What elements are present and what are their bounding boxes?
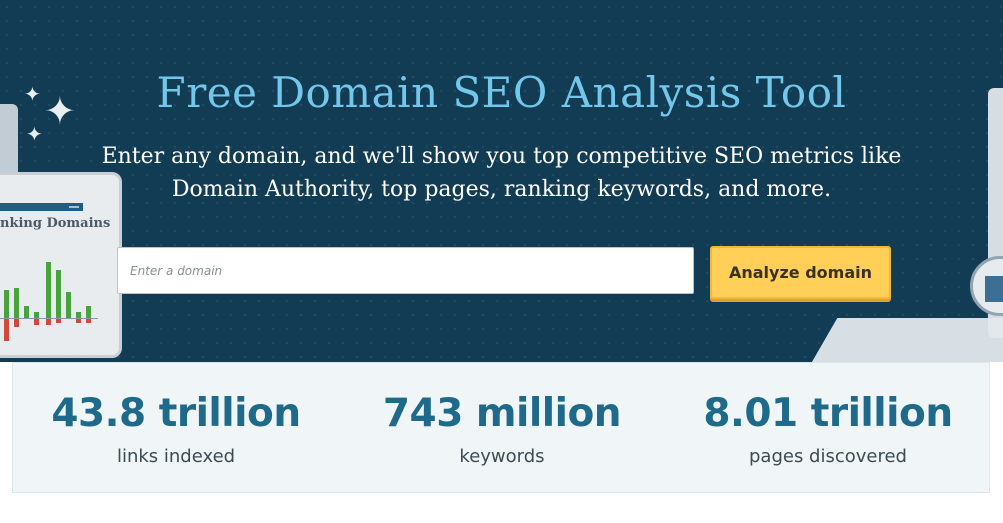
page-subtitle: Enter any domain, and we'll show you top… [0, 140, 1003, 206]
stat-label: links indexed [116, 446, 236, 467]
stat-label: keywords [459, 446, 545, 467]
stat-value: 8.01 trillion [703, 391, 953, 436]
page-title: Free Domain SEO Analysis Tool [156, 68, 847, 117]
decorative-card-title: nking Domains [0, 216, 111, 231]
subtitle-line: Enter any domain, and we'll show you top… [101, 144, 902, 169]
subtitle-line: Domain Authority, top pages, ranking key… [171, 177, 832, 202]
stat-label: pages discovered [748, 446, 907, 467]
stat-links-indexed: 43.8 trillion links indexed [13, 363, 339, 467]
domain-input[interactable] [117, 247, 694, 294]
stat-value: 43.8 trillion [51, 391, 301, 436]
stat-pages-discovered: 8.01 trillion pages discovered [665, 363, 991, 467]
analyze-domain-button[interactable]: Analyze domain [710, 246, 891, 299]
stats-panel: 43.8 trillion links indexed 743 million … [12, 362, 990, 493]
stat-value: 743 million [382, 391, 622, 436]
decorative-box [985, 276, 1003, 302]
stat-keywords: 743 million keywords [339, 363, 665, 467]
